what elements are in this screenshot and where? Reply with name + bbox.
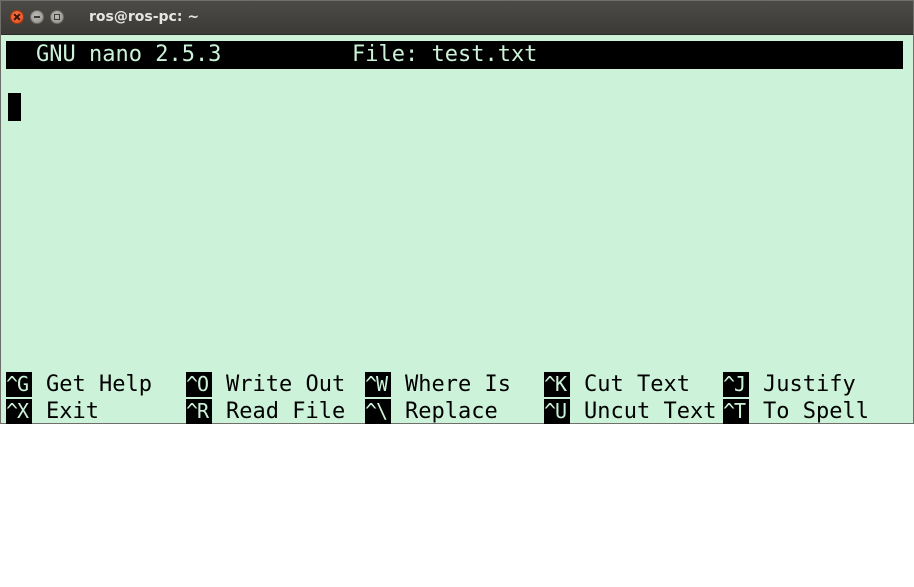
shortcut-get-help[interactable]: ^G Get Help xyxy=(6,371,152,398)
shortcut-row-2: ^X Exit ^R Read File ^\ Replace ^U Uncut… xyxy=(1,398,913,425)
shortcut-label: Write Out xyxy=(226,372,346,397)
shortcut-key: ^\ xyxy=(365,399,391,424)
shortcut-label: Get Help xyxy=(46,372,152,397)
nano-version: GNU nano 2.5.3 xyxy=(36,42,222,67)
nano-filename: File: test.txt xyxy=(352,42,538,67)
shortcut-label: Exit xyxy=(46,399,99,424)
shortcut-row-1: ^G Get Help ^O Write Out ^W Where Is ^K … xyxy=(1,371,913,398)
shortcut-uncut-text[interactable]: ^U Uncut Text xyxy=(544,398,716,425)
shortcut-key: ^R xyxy=(186,399,212,424)
shortcut-key: ^X xyxy=(6,399,32,424)
maximize-icon[interactable] xyxy=(50,10,64,24)
shortcut-replace[interactable]: ^\ Replace xyxy=(365,398,498,425)
shortcut-label: Uncut Text xyxy=(584,399,717,424)
close-icon[interactable] xyxy=(10,10,24,24)
shortcut-key: ^T xyxy=(723,399,749,424)
text-cursor xyxy=(8,93,21,121)
shortcut-label: Replace xyxy=(405,399,498,424)
shortcut-label: To Spell xyxy=(763,399,869,424)
window-titlebar[interactable]: ros@ros-pc: ~ xyxy=(1,1,913,35)
shortcut-cut-text[interactable]: ^K Cut Text xyxy=(544,371,690,398)
shortcut-key: ^G xyxy=(6,372,32,397)
shortcut-key: ^O xyxy=(186,372,212,397)
terminal-window: ros@ros-pc: ~ GNU nano 2.5.3 File: test.… xyxy=(0,0,914,424)
shortcut-write-out[interactable]: ^O Write Out xyxy=(186,371,345,398)
shortcut-key: ^W xyxy=(365,372,391,397)
window-title: ros@ros-pc: ~ xyxy=(89,9,200,25)
shortcut-label: Cut Text xyxy=(584,372,690,397)
shortcut-read-file[interactable]: ^R Read File xyxy=(186,398,345,425)
terminal-area[interactable]: GNU nano 2.5.3 File: test.txt ^G Get Hel… xyxy=(1,35,913,425)
shortcut-label: Justify xyxy=(763,372,856,397)
shortcut-to-spell[interactable]: ^T To Spell xyxy=(723,398,869,425)
shortcut-where-is[interactable]: ^W Where Is xyxy=(365,371,511,398)
shortcut-label: Read File xyxy=(226,399,346,424)
minimize-icon[interactable] xyxy=(30,10,44,24)
shortcut-exit[interactable]: ^X Exit xyxy=(6,398,112,425)
shortcut-label: Where Is xyxy=(405,372,511,397)
shortcut-key: ^K xyxy=(544,372,570,397)
shortcut-key: ^J xyxy=(723,372,749,397)
shortcut-key: ^U xyxy=(544,399,570,424)
nano-header: GNU nano 2.5.3 File: test.txt xyxy=(6,41,903,69)
shortcut-justify[interactable]: ^J Justify xyxy=(723,371,856,398)
